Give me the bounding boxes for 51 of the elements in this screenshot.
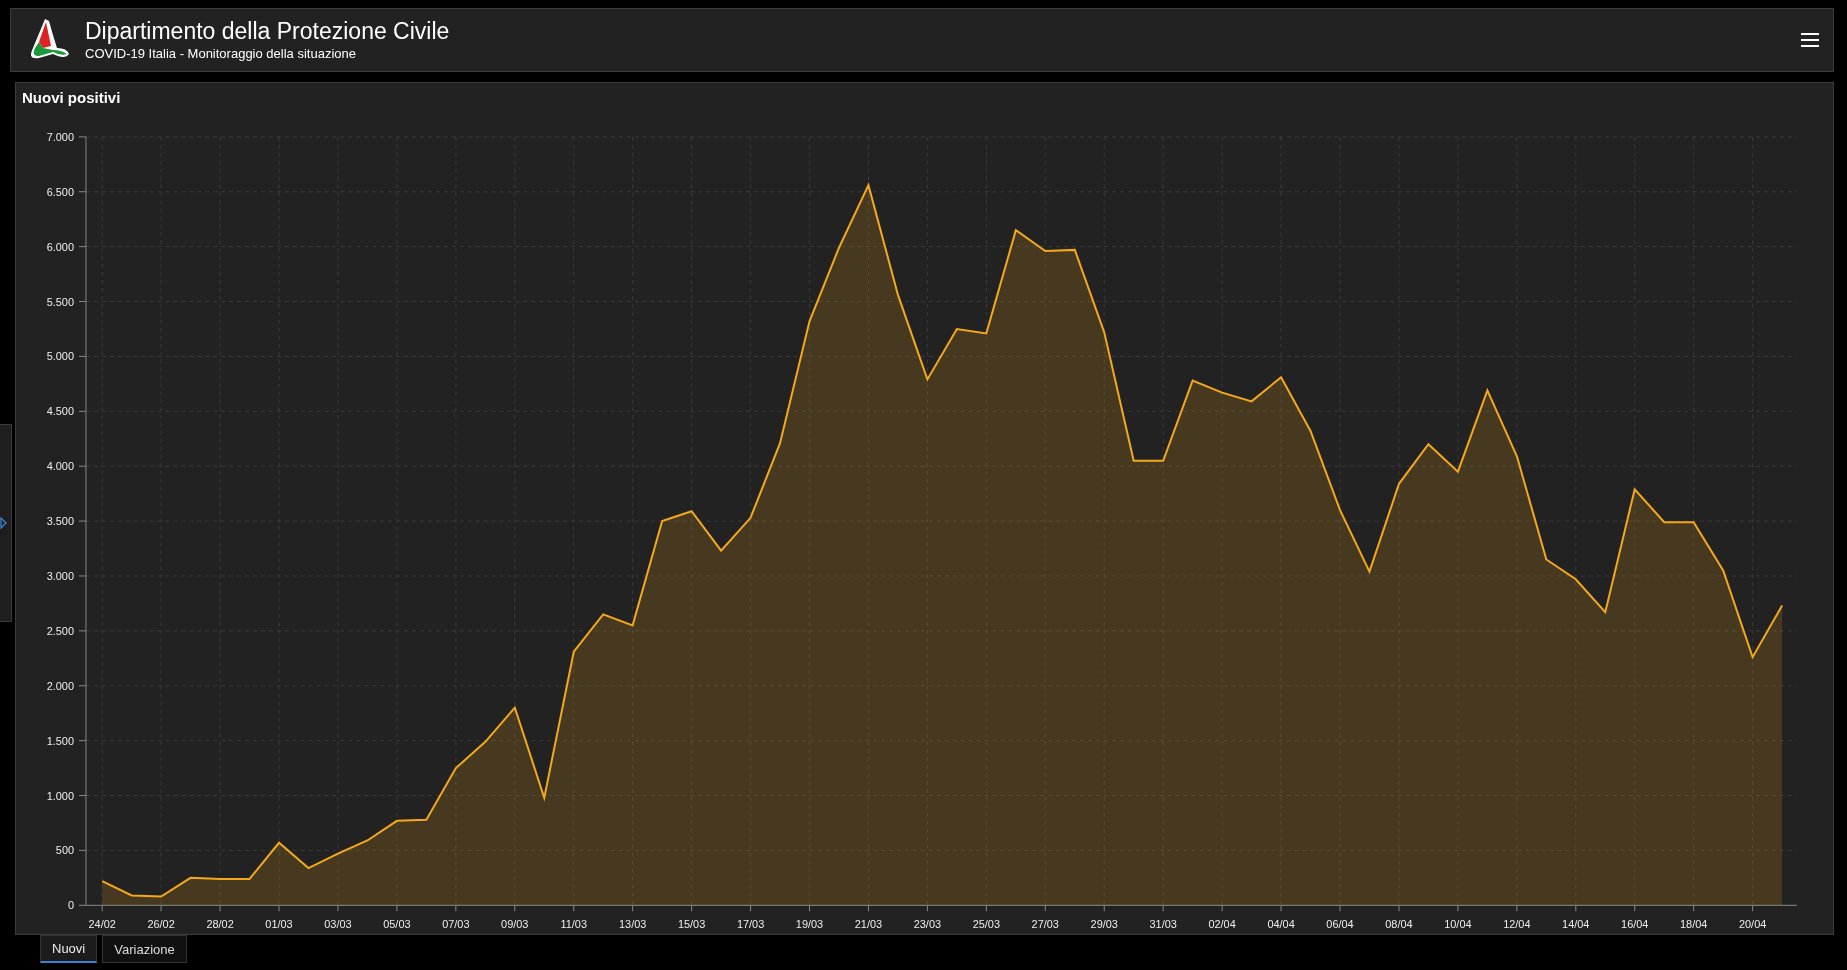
x-tick-label: 14/04 xyxy=(1562,918,1590,931)
x-tick-label: 26/02 xyxy=(147,918,175,931)
x-tick-label: 17/03 xyxy=(736,918,765,931)
y-tick-label: 4.000 xyxy=(46,460,75,473)
x-tick-label: 12/04 xyxy=(1503,918,1531,931)
y-tick-label: 6.500 xyxy=(46,185,75,198)
y-tick-label: 2.500 xyxy=(46,624,75,637)
caret-icon[interactable] xyxy=(0,517,7,529)
x-tick-label: 18/04 xyxy=(1680,918,1708,931)
x-tick-label: 21/03 xyxy=(854,918,883,931)
x-tick-label: 08/04 xyxy=(1385,918,1413,931)
x-tick-label: 25/03 xyxy=(972,918,1000,931)
side-panel-handle[interactable] xyxy=(0,424,12,622)
chart-title: Nuovi positivi xyxy=(21,88,121,108)
x-tick-label: 13/03 xyxy=(619,918,647,931)
x-tick-label: 06/04 xyxy=(1326,918,1354,931)
y-tick-label: 0 xyxy=(67,899,75,912)
x-tick-label: 07/03 xyxy=(442,918,470,931)
y-tick-label: 3.500 xyxy=(46,514,75,527)
x-tick-label: 20/04 xyxy=(1738,918,1767,931)
y-tick-label: 5.500 xyxy=(46,295,75,308)
x-tick-label: 16/04 xyxy=(1621,918,1649,931)
y-tick-label: 3.000 xyxy=(46,569,75,582)
x-tick-label: 31/03 xyxy=(1149,918,1177,931)
x-tick-label: 10/04 xyxy=(1444,918,1472,931)
tab[interactable]: Nuovi xyxy=(40,935,98,963)
y-tick-label: 2.000 xyxy=(46,679,75,692)
y-tick-label: 4.500 xyxy=(46,405,75,418)
x-tick-label: 01/03 xyxy=(265,918,293,931)
y-tick-label: 1.000 xyxy=(46,789,75,802)
x-tick-label: 19/03 xyxy=(795,918,824,931)
page-title: Dipartimento della Protezione Civile xyxy=(85,17,451,45)
y-tick-label: 500 xyxy=(55,844,75,857)
y-tick-label: 7.000 xyxy=(46,130,75,143)
x-tick-label: 05/03 xyxy=(383,918,411,931)
y-tick-label: 5.000 xyxy=(46,350,75,363)
x-tick-label: 03/03 xyxy=(324,918,352,931)
x-tick-label: 29/03 xyxy=(1090,918,1118,931)
x-tick-label: 28/02 xyxy=(206,918,234,931)
y-tick-label: 1.500 xyxy=(46,734,75,747)
x-tick-label: 02/04 xyxy=(1208,918,1236,931)
y-tick-label: 6.000 xyxy=(46,240,75,253)
x-tick-label: 11/03 xyxy=(560,918,587,931)
x-tick-label: 24/02 xyxy=(88,918,116,931)
x-tick-label: 09/03 xyxy=(501,918,529,931)
x-tick-label: 15/03 xyxy=(677,918,706,931)
page-subtitle: COVID-19 Italia - Monitoraggio della situazione xyxy=(85,45,357,63)
x-tick-label: 27/03 xyxy=(1031,918,1059,931)
x-tick-label: 04/04 xyxy=(1267,918,1295,931)
tab[interactable]: Variazione xyxy=(102,935,187,963)
x-tick-label: 23/03 xyxy=(913,918,942,931)
